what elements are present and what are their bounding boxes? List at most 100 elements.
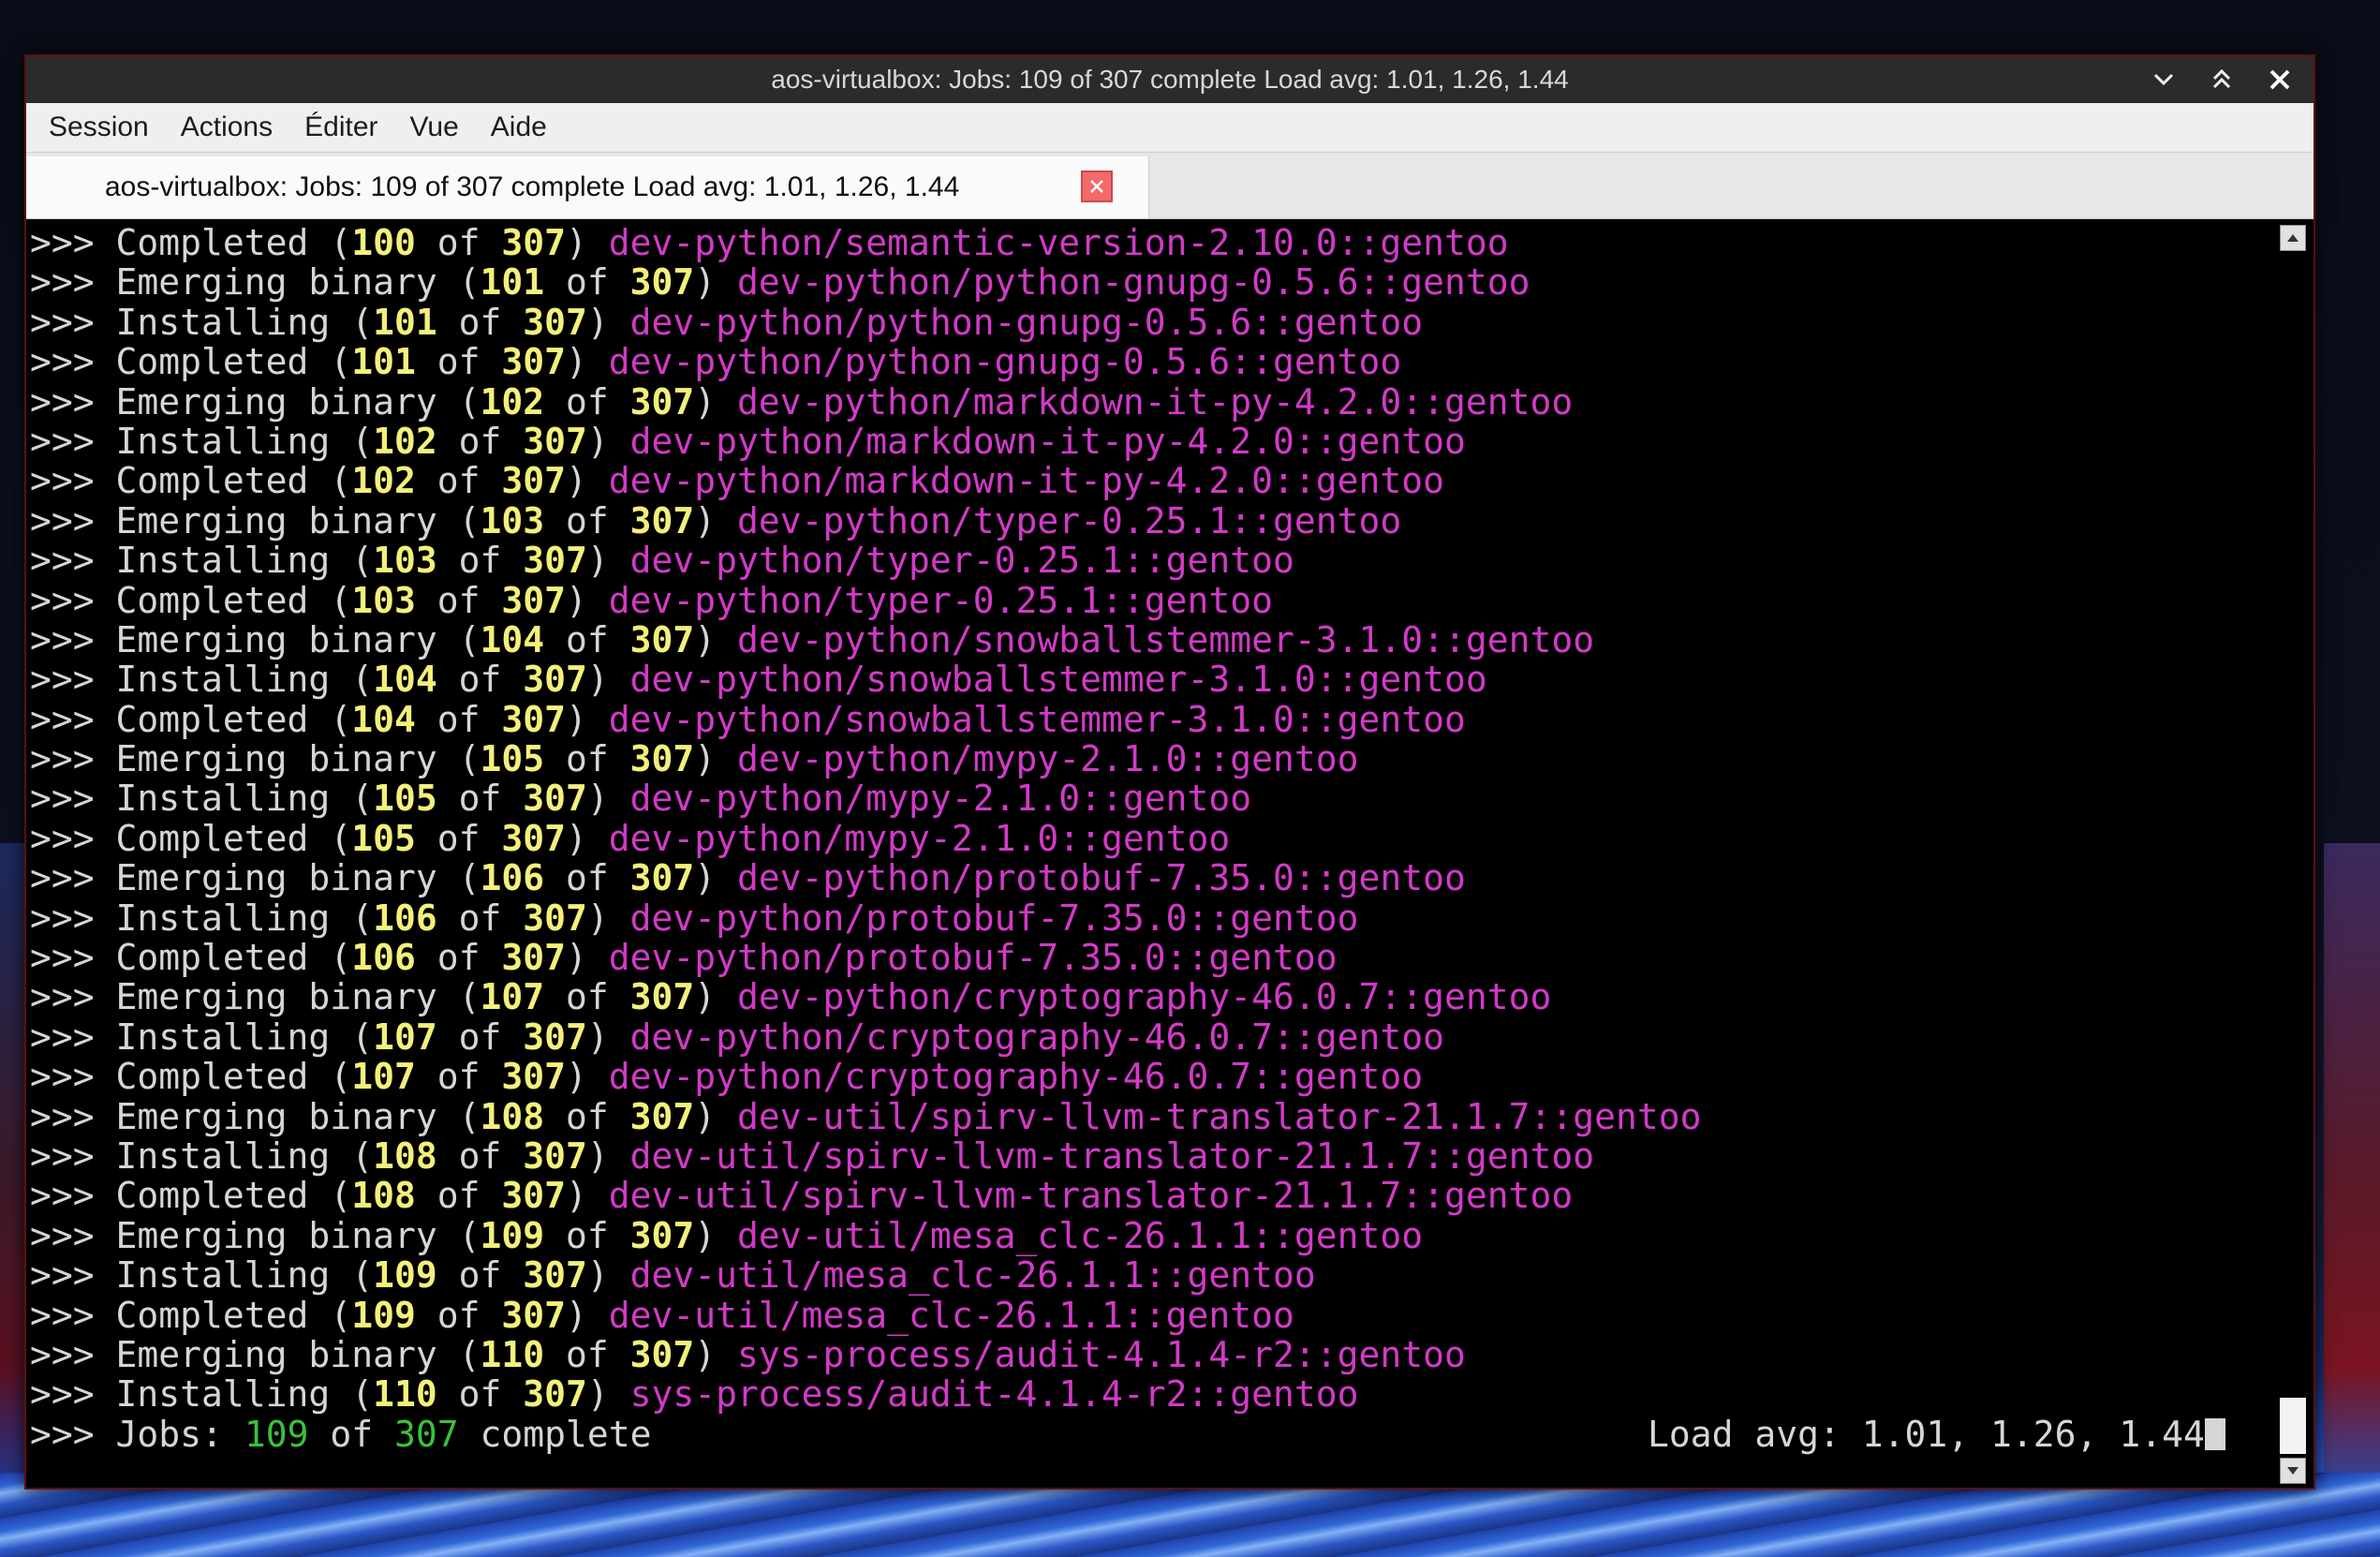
line-prompt: >>> [30,1095,95,1137]
terminal-line: >>> Installing (105 of 307) dev-python/m… [30,778,1252,820]
terminal-scrollbar[interactable] [2276,223,2310,1488]
line-current-number: 107 [480,976,545,1018]
line-action: Installing [115,540,331,582]
line-action: Emerging binary [115,976,437,1018]
line-total-number: 307 [523,420,587,462]
line-prompt: >>> [30,499,95,541]
line-total-number: 307 [629,1333,695,1375]
line-total-number: 307 [501,1175,566,1217]
tab-label: aos-virtualbox: Jobs: 109 of 307 complet… [105,171,960,202]
terminal-line: >>> Emerging binary (107 of 307) dev-pyt… [30,976,1552,1018]
line-current-number: 106 [373,897,437,939]
line-total-number: 307 [629,380,695,423]
line-action: Completed [115,698,309,740]
terminal-line: >>> Installing (104 of 307) dev-python/s… [30,659,1487,701]
status-complete-word: complete [480,1413,652,1455]
line-current-number: 104 [373,659,437,701]
terminal-line: >>> Installing (110 of 307) sys-process/… [30,1373,1359,1416]
line-package: dev-python/snowballstemmer-3.1.0::gentoo [629,659,1487,701]
line-prompt: >>> [30,380,95,423]
terminal-line: >>> Emerging binary (108 of 307) dev-uti… [30,1095,1702,1137]
line-current-number: 101 [351,341,416,383]
line-package: dev-python/python-gnupg-0.5.6::gentoo [608,341,1402,383]
tab-session[interactable]: aos-virtualbox: Jobs: 109 of 307 complet… [26,156,1149,218]
line-action: Installing [115,1134,331,1177]
line-action: Completed [115,1056,309,1098]
line-total-number: 307 [501,937,566,979]
line-package: dev-util/spirv-llvm-translator-21.1.7::g… [737,1095,1702,1137]
line-prompt: >>> [30,540,95,582]
line-current-number: 104 [480,618,545,660]
line-package: dev-python/protobuf-7.35.0::gentoo [608,937,1338,979]
terminal-output[interactable]: >>> Completed (100 of 307) dev-python/se… [30,223,2276,1488]
line-package: sys-process/audit-4.1.4-r2::gentoo [737,1333,1466,1375]
line-total-number: 307 [523,659,587,701]
terminal-line: >>> Completed (105 of 307) dev-python/my… [30,817,1231,859]
window-titlebar[interactable]: aos-virtualbox: Jobs: 109 of 307 complet… [26,56,2313,103]
menu-help[interactable]: Aide [491,111,547,143]
line-action: Emerging binary [115,857,437,899]
scroll-down-button[interactable] [2280,1458,2306,1484]
line-package: dev-python/protobuf-7.35.0::gentoo [737,857,1466,899]
scroll-up-button[interactable] [2280,225,2306,251]
close-button[interactable] [2261,61,2299,98]
arrow-up-icon [2287,234,2299,242]
line-total-number: 307 [501,1056,566,1098]
line-prompt: >>> [30,817,95,859]
status-line: >>> Jobs: 109 of 307 complete Load avg: 1… [30,1415,2276,1454]
line-current-number: 103 [351,579,416,621]
line-action: Completed [115,341,309,383]
line-package: dev-util/spirv-llvm-translator-21.1.7::g… [608,1175,1574,1217]
line-current-number: 106 [351,937,416,979]
menu-session[interactable]: Session [49,111,149,143]
line-current-number: 105 [480,738,545,780]
line-prompt: >>> [30,857,95,899]
terminal-line: >>> Completed (103 of 307) dev-python/ty… [30,579,1273,621]
tab-bar: aos-virtualbox: Jobs: 109 of 307 complet… [26,153,2313,219]
menu-edit[interactable]: Éditer [304,111,377,143]
line-total-number: 307 [629,618,695,660]
line-package: dev-python/snowballstemmer-3.1.0::gentoo [608,698,1466,740]
line-total-number: 307 [629,1214,695,1256]
line-action: Emerging binary [115,499,437,541]
menu-view[interactable]: Vue [410,111,459,143]
line-action: Emerging binary [115,738,437,780]
line-package: dev-python/cryptography-46.0.7::gentoo [608,1056,1424,1098]
line-package: dev-python/typer-0.25.1::gentoo [737,499,1402,541]
line-action: Installing [115,1016,331,1058]
maximize-button[interactable] [2203,61,2240,98]
line-current-number: 109 [351,1294,416,1336]
terminal-line: >>> Emerging binary (102 of 307) dev-pyt… [30,380,1574,423]
line-action: Emerging binary [115,618,437,660]
terminal-line: >>> Completed (108 of 307) dev-util/spir… [30,1175,1574,1217]
line-prompt: >>> [30,738,95,780]
line-package: dev-python/semantic-version-2.10.0::gent… [608,223,1509,263]
line-package: dev-python/typer-0.25.1::gentoo [608,579,1273,621]
line-package: dev-util/mesa_clc-26.1.1::gentoo [737,1214,1424,1256]
line-action: Completed [115,817,309,859]
status-load-avg: Load avg: 1.01, 1.26, 1.44 [1648,1413,2205,1455]
line-prompt: >>> [30,1214,95,1256]
tab-close-button[interactable] [1081,171,1113,202]
line-total-number: 307 [629,499,695,541]
line-current-number: 102 [373,420,437,462]
line-prompt: >>> [30,937,95,979]
menu-actions[interactable]: Actions [181,111,273,143]
close-icon [1090,180,1103,193]
terminal-line: >>> Emerging binary (105 of 307) dev-pyt… [30,738,1359,780]
terminal-line: >>> Completed (107 of 307) dev-python/cr… [30,1056,1424,1098]
scrollbar-thumb[interactable] [2280,1398,2306,1454]
line-prompt: >>> [30,420,95,462]
line-action: Emerging binary [115,1333,437,1375]
desktop-wallpaper-right [2324,843,2380,1499]
minimize-button[interactable] [2145,61,2182,98]
line-prompt: >>> [30,976,95,1018]
line-package: dev-python/markdown-it-py-4.2.0::gentoo [737,380,1574,423]
window-controls [2145,56,2299,103]
line-current-number: 101 [480,261,545,304]
line-action: Installing [115,420,331,462]
line-current-number: 109 [373,1254,437,1297]
terminal-line: >>> Emerging binary (104 of 307) dev-pyt… [30,618,1595,660]
line-package: dev-python/mypy-2.1.0::gentoo [608,817,1231,859]
line-package: dev-python/markdown-it-py-4.2.0::gentoo [629,420,1466,462]
